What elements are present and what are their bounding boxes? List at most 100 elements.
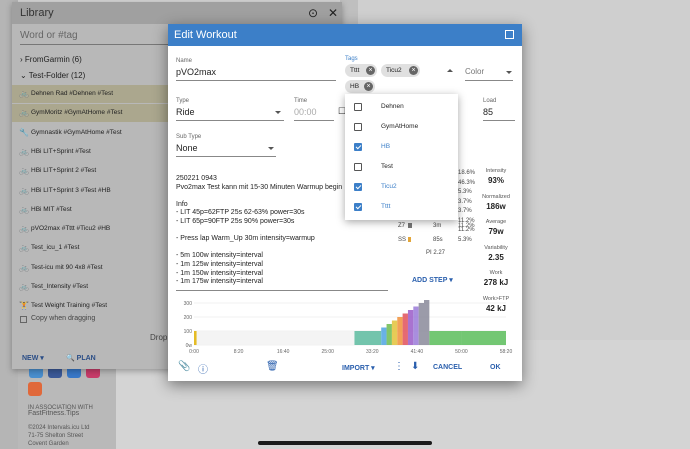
add-step-button[interactable]: ADD STEP ▾: [412, 276, 453, 284]
more-icon[interactable]: ⋮: [394, 361, 404, 372]
description-line: - 5m 100w intensity=interval: [176, 252, 263, 260]
download-icon[interactable]: ⬇: [411, 361, 419, 372]
tag-chip-tttt[interactable]: Tttt ×: [345, 64, 377, 77]
chart-step-bar[interactable]: [397, 317, 403, 345]
help-icon[interactable]: ⓘ: [198, 361, 208, 376]
bike-icon: 🚲: [19, 204, 29, 214]
checkbox-icon[interactable]: [354, 103, 362, 111]
subtype-dropdown-icon[interactable]: [268, 147, 274, 150]
chart-x-tick: 33:20: [366, 349, 379, 355]
attach-icon[interactable]: 📎: [178, 361, 190, 372]
metric-value: 186w: [486, 201, 506, 211]
tag-chip-hb[interactable]: HB ×: [345, 80, 375, 93]
cancel-button[interactable]: CANCEL: [433, 364, 462, 371]
metric-label: Variability: [484, 244, 508, 251]
metric-value: 2.35: [488, 252, 504, 262]
chart-step-bar[interactable]: [386, 324, 392, 345]
checkbox-icon[interactable]: [354, 163, 362, 171]
checkbox-icon[interactable]: [354, 203, 362, 211]
remove-tag-icon[interactable]: ×: [366, 66, 375, 75]
workout-row[interactable]: 🚲pVO2max #Tttt #Ticu2 #HB58m22km: [12, 220, 187, 238]
remove-tag-icon[interactable]: ×: [364, 82, 373, 91]
chart-step-bar[interactable]: [407, 310, 414, 345]
close-icon[interactable]: ✕: [328, 6, 338, 20]
maximize-icon[interactable]: [505, 30, 514, 39]
delete-icon[interactable]: 🗑: [266, 361, 279, 372]
description-line: Pvo2max Test kann mit 15-30 Minuten Warm…: [176, 183, 343, 191]
chart-step-bar[interactable]: [461, 331, 506, 345]
color-dropdown-icon[interactable]: [506, 71, 512, 74]
workout-row[interactable]: 🚲HBi MIT #Test49m: [12, 201, 187, 219]
bike-icon: 🚲: [19, 89, 29, 98]
plan-button[interactable]: 🔍 PLAN: [66, 354, 96, 362]
name-label: Name: [176, 58, 193, 64]
workout-row[interactable]: 🏋 Test Weight Training #Test: [12, 297, 187, 315]
description-underline: [176, 290, 388, 291]
copy-checkbox[interactable]: [20, 316, 27, 323]
tags-collapse-icon[interactable]: [447, 69, 453, 72]
chart-step-bar[interactable]: [402, 313, 408, 346]
chart-step-bar[interactable]: [196, 331, 355, 345]
ok-button[interactable]: OK: [490, 364, 501, 371]
load-input[interactable]: 85: [483, 107, 493, 117]
color-select[interactable]: Color: [465, 67, 484, 76]
folder-fromgarmin[interactable]: › FromGarmin (6): [20, 55, 82, 64]
chart-step-bar[interactable]: [418, 303, 425, 345]
workout-row[interactable]: 🚲GymMoritz #GymAtHome #Test36m: [12, 104, 187, 123]
type-dropdown-icon[interactable]: [275, 111, 281, 114]
workout-row[interactable]: 🚲HBi LIT+Sprint #Test51m17km: [12, 143, 187, 161]
dialog-header: Edit Workout: [168, 24, 522, 46]
bike-icon: 🚲: [19, 185, 29, 195]
checkbox-icon[interactable]: [354, 143, 362, 151]
bike-icon: 🚲: [19, 108, 29, 118]
chart-step-bar[interactable]: [194, 331, 197, 345]
chart-step-bar[interactable]: [413, 306, 419, 346]
subtype-select[interactable]: None: [176, 143, 198, 153]
chart-step-bar[interactable]: [429, 331, 462, 345]
tag-option-gymathome[interactable]: GymAtHome: [345, 117, 458, 137]
name-underline: [176, 80, 336, 81]
partner-name[interactable]: FastFitness.Tips: [28, 410, 79, 418]
bike-icon: 🚲: [19, 282, 29, 291]
tag-option-dehnen[interactable]: Dehnen: [345, 97, 458, 117]
library-search-input[interactable]: Word or #tag: [20, 30, 78, 41]
import-button[interactable]: IMPORT ▾: [342, 364, 375, 372]
description-line: - Press lap Warm_Up 30m intensity=warmup: [176, 235, 315, 243]
type-select[interactable]: Ride: [176, 107, 195, 117]
name-input[interactable]: pVO2max: [176, 67, 216, 77]
workout-row[interactable]: 🔧Gymnastik #GymAtHome #Test32m: [12, 124, 187, 142]
workout-row[interactable]: 🚲HBi LIT+Sprint 3 #Test #HB51m17km: [12, 182, 187, 200]
metric-label: Work: [489, 270, 503, 276]
tags-dropdown-menu: Dehnen GymAtHome HB Test Ticu2 Tttt: [345, 94, 458, 220]
checkbox-icon[interactable]: [354, 123, 362, 131]
chart-x-tick: 41:40: [411, 349, 424, 355]
checkbox-icon[interactable]: [354, 183, 362, 191]
workout-row[interactable]: 🚲HBi LIT+Sprint 2 #Test51m17km: [12, 162, 187, 180]
type-label: Type: [176, 98, 190, 104]
chart-step-bar[interactable]: [391, 320, 398, 346]
zone-z7-time: 3m: [433, 223, 442, 229]
description-line: - 1m 150w intensity=interval: [176, 269, 263, 277]
dialog-title: Edit Workout: [174, 29, 237, 41]
tag-option-test[interactable]: Test: [345, 157, 458, 177]
description-line: - 1m 175w intensity=interval: [176, 278, 263, 286]
chart-step-bar[interactable]: [381, 327, 387, 346]
remove-tag-icon[interactable]: ×: [409, 66, 418, 75]
tag-option-tttt[interactable]: Tttt: [345, 197, 458, 217]
chart-step-bar[interactable]: [354, 331, 382, 345]
subtype-label: Sub Type: [176, 134, 202, 140]
tag-option-hb[interactable]: HB: [345, 137, 458, 157]
new-button[interactable]: NEW ▾: [22, 354, 44, 362]
workout-row[interactable]: 🚲Dehnen Rad #Dehnen #Test16m: [12, 85, 187, 103]
workout-row[interactable]: 🚲Test-icu mit 90 4x8 #Test1h31m: [12, 259, 190, 277]
menu-icon[interactable]: ⊙: [308, 6, 318, 20]
tag-chip-ticu2[interactable]: Ticu2 ×: [381, 64, 420, 77]
description-line: - LIT 65p=90FTP 25s 90% power=30s: [176, 218, 295, 225]
time-input[interactable]: 00:00: [294, 107, 317, 117]
chart-step-bar[interactable]: [424, 300, 430, 345]
time-label: Time: [294, 98, 308, 104]
workout-row[interactable]: 🚲Test_Intensity #Test36m: [12, 278, 187, 296]
folder-test[interactable]: ⌄ Test-Folder (12): [20, 71, 85, 80]
tag-option-ticu2[interactable]: Ticu2: [345, 177, 458, 197]
workout-row[interactable]: 🚲Test_icu_1 #Test31m1: [12, 239, 187, 257]
